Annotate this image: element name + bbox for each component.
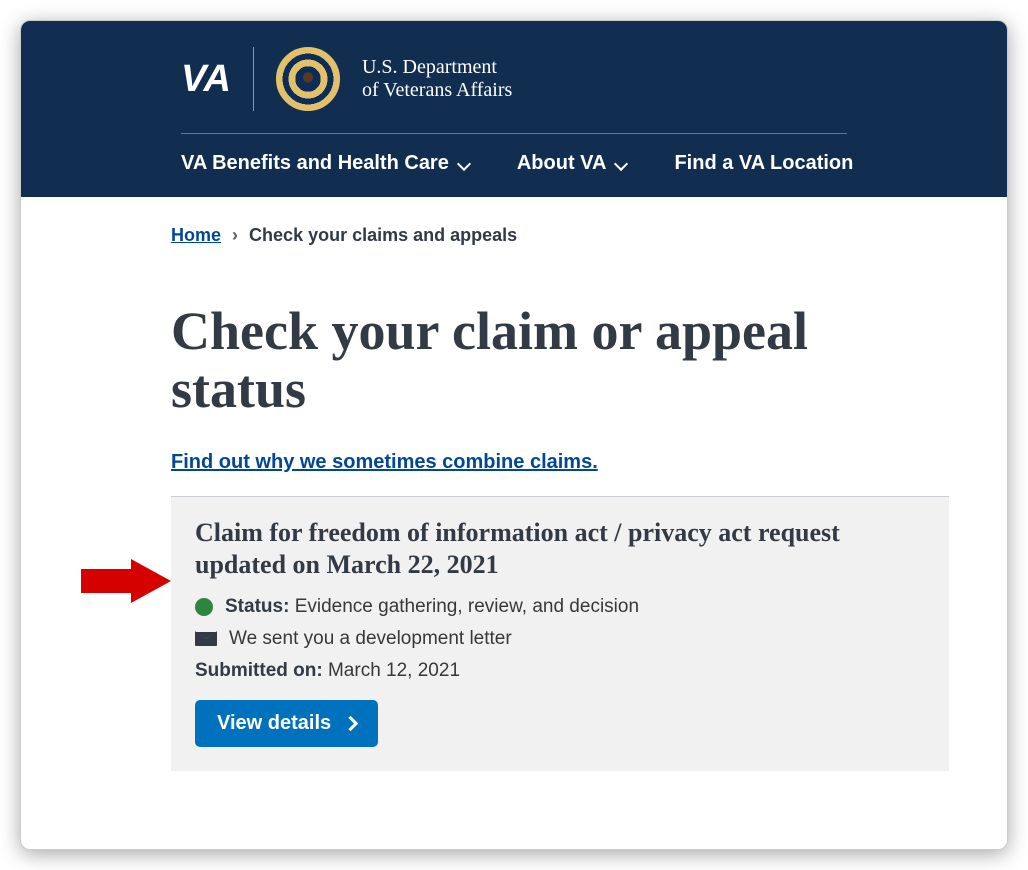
chevron-down-icon [616,152,626,175]
nav-location[interactable]: Find a VA Location [674,152,853,175]
mail-message: We sent you a development letter [229,628,512,650]
claim-card: Claim for freedom of information act / p… [171,496,949,771]
brand-row: VA U.S. Department of Veterans Affairs [21,47,1007,133]
claim-title: Claim for freedom of information act / p… [195,517,925,582]
submitted-value: March 12, 2021 [328,660,460,681]
dept-line2: of Veterans Affairs [362,79,512,102]
va-seal-icon [276,47,340,111]
nav-benefits[interactable]: VA Benefits and Health Care [181,152,469,175]
status-label: Status: [225,596,289,617]
envelope-icon [195,631,217,646]
nav-about[interactable]: About VA [517,152,627,175]
combine-claims-link[interactable]: Find out why we sometimes combine claims… [171,451,598,474]
status-dot-icon [195,598,213,616]
breadcrumb-current: Check your claims and appeals [249,225,517,245]
claim-mail-row: We sent you a development letter [195,628,925,650]
brand-divider [253,47,254,111]
primary-nav: VA Benefits and Health Care About VA Fin… [21,134,1007,197]
department-name: U.S. Department of Veterans Affairs [362,56,512,102]
page-title: Check your claim or appeal status [171,302,949,419]
dept-line1: U.S. Department [362,56,512,79]
site-header: VA U.S. Department of Veterans Affairs V… [21,21,1007,197]
breadcrumb-home-link[interactable]: Home [171,225,221,245]
nav-benefits-label: VA Benefits and Health Care [181,152,449,175]
chevron-right-icon [345,712,356,735]
breadcrumb-separator: › [232,225,238,245]
view-details-label: View details [217,712,331,735]
claim-status-row: Status: Evidence gathering, review, and … [195,596,925,618]
va-wordmark: VA [181,58,231,101]
view-details-button[interactable]: View details [195,700,378,747]
submitted-label: Submitted on: [195,660,323,681]
claim-submitted-row: Submitted on: March 12, 2021 [195,660,925,682]
chevron-down-icon [459,152,469,175]
breadcrumb: Home › Check your claims and appeals [171,225,949,246]
nav-location-label: Find a VA Location [674,152,853,175]
status-value: Evidence gathering, review, and decision [295,596,639,617]
nav-about-label: About VA [517,152,607,175]
page-body: Home › Check your claims and appeals Che… [21,197,1007,801]
